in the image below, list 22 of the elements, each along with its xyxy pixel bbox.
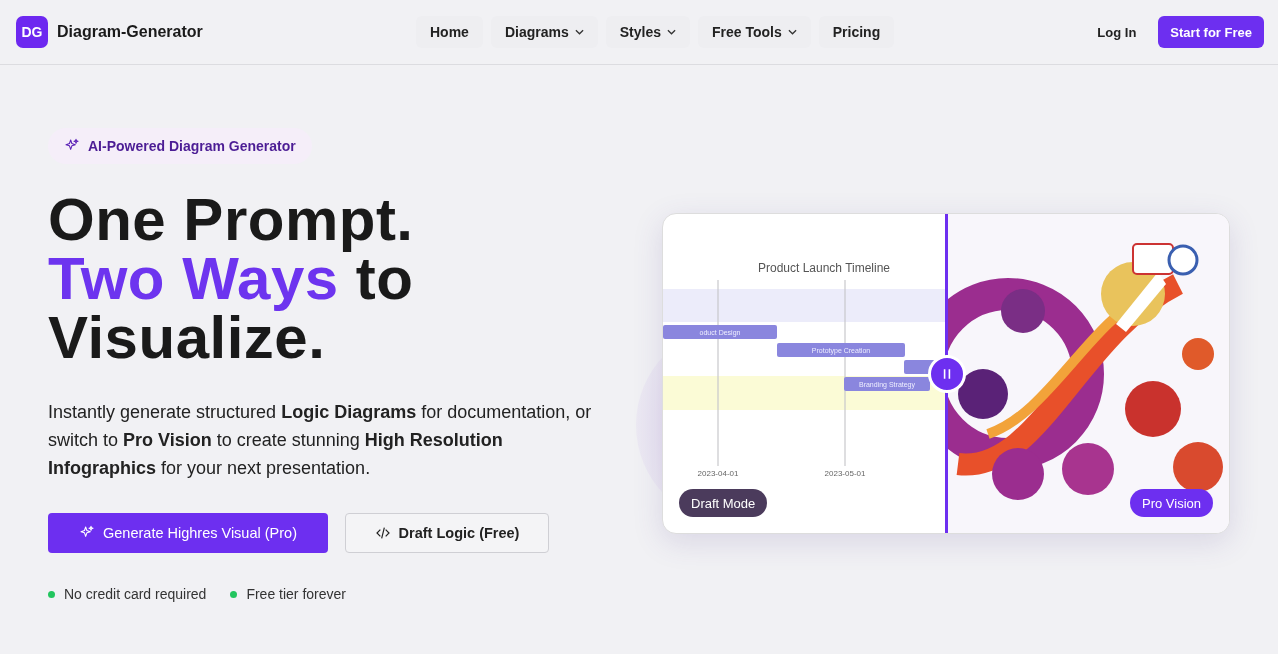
- mode-label: Pro Vision: [1130, 489, 1213, 517]
- status-dot: [230, 590, 238, 598]
- axis-date: 2023-04-01: [697, 469, 739, 478]
- chevron-down-icon: [787, 29, 797, 35]
- login-link[interactable]: Log In: [1097, 24, 1137, 40]
- chart-title: Product Launch Timeline: [757, 261, 891, 275]
- axis-date: 2023-05-01: [824, 469, 866, 478]
- badge-text: AI-Powered Diagram Generator: [88, 138, 296, 154]
- pause-icon: [943, 367, 951, 381]
- mode-label: Draft Mode: [679, 489, 768, 517]
- chevron-down-icon: [574, 29, 584, 35]
- brand-name[interactable]: Diagram-Generator: [57, 23, 203, 41]
- check-text: Free tier forever: [246, 586, 346, 602]
- logo-badge[interactable]: DG: [16, 16, 48, 48]
- code-icon: [374, 525, 391, 541]
- draft-button[interactable]: Draft Logic (Free): [345, 513, 549, 553]
- hero-description: Instantly generate structured Logic Diagrams for documentation, or switch to Pro Vision to create stunning High Resolution Infographics for your next presentation.: [48, 401, 593, 480]
- check-text: No credit card required: [64, 586, 207, 602]
- start-free-button[interactable]: Start for Free: [1158, 16, 1264, 48]
- generate-button[interactable]: Generate Highres Visual (Pro): [48, 513, 328, 553]
- chevron-down-icon: [666, 29, 676, 35]
- status-dot: [48, 590, 55, 598]
